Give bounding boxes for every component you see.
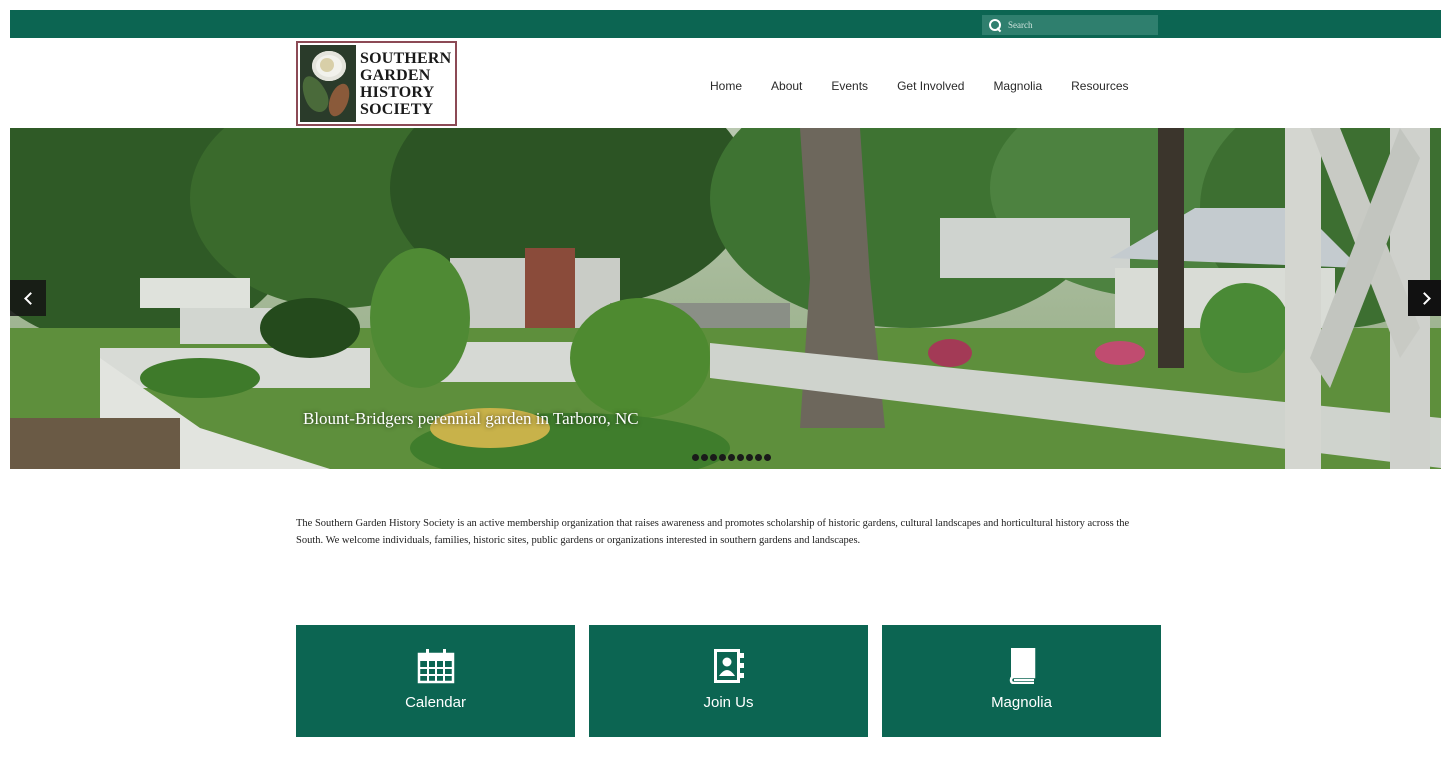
window-edge bbox=[0, 0, 10, 757]
search-input[interactable] bbox=[1008, 20, 1148, 30]
logo-line: GARDEN bbox=[360, 66, 431, 84]
search-box[interactable] bbox=[982, 15, 1158, 35]
main-nav: Home About Events Get Involved Magnolia … bbox=[710, 79, 1158, 93]
carousel-prev-button[interactable] bbox=[10, 280, 46, 316]
nav-item-get-involved[interactable]: Get Involved bbox=[897, 79, 964, 93]
top-bar bbox=[10, 10, 1441, 38]
chevron-right-icon bbox=[1417, 291, 1431, 305]
tile-calendar[interactable]: Calendar bbox=[296, 625, 575, 737]
carousel-dot[interactable] bbox=[719, 454, 726, 461]
carousel-dot[interactable] bbox=[746, 454, 753, 461]
search-icon[interactable] bbox=[988, 18, 1002, 32]
carousel-dot[interactable] bbox=[701, 454, 708, 461]
site-header: SOUTHERN GARDEN HISTORY SOCIETY Home Abo… bbox=[10, 38, 1441, 128]
carousel-dot[interactable] bbox=[764, 454, 771, 461]
logo-wordmark: SOUTHERN GARDEN HISTORY SOCIETY bbox=[360, 50, 451, 118]
browser-viewport: SOUTHERN GARDEN HISTORY SOCIETY Home Abo… bbox=[10, 10, 1441, 757]
carousel-dot[interactable] bbox=[755, 454, 762, 461]
magnolia-logo-art bbox=[300, 45, 356, 122]
book-icon bbox=[1002, 648, 1042, 684]
tile-join-us[interactable]: Join Us bbox=[589, 625, 868, 737]
hero-garden-photo bbox=[10, 128, 1441, 469]
nav-item-resources[interactable]: Resources bbox=[1071, 79, 1128, 93]
nav-item-magnolia[interactable]: Magnolia bbox=[993, 79, 1042, 93]
logo-line: SOCIETY bbox=[360, 100, 434, 118]
intro-paragraph: The Southern Garden History Society is a… bbox=[296, 518, 1130, 546]
carousel-dot[interactable] bbox=[710, 454, 717, 461]
logo-line: SOUTHERN bbox=[360, 49, 452, 67]
carousel-indicators bbox=[692, 454, 771, 461]
calendar-icon bbox=[416, 648, 456, 684]
feature-tiles: Calendar Join Us Magnolia bbox=[296, 625, 1161, 737]
carousel-dot[interactable] bbox=[728, 454, 735, 461]
hero-caption: Blount-Bridgers perennial garden in Tarb… bbox=[303, 409, 639, 428]
address-book-icon bbox=[709, 648, 749, 684]
nav-item-events[interactable]: Events bbox=[831, 79, 868, 93]
nav-item-home[interactable]: Home bbox=[710, 79, 742, 93]
tile-magnolia[interactable]: Magnolia bbox=[882, 625, 1161, 737]
carousel-dot[interactable] bbox=[737, 454, 744, 461]
carousel-dot[interactable] bbox=[692, 454, 699, 461]
logo-line: HISTORY bbox=[360, 83, 435, 101]
tile-label: Calendar bbox=[405, 694, 466, 711]
hero-carousel: Blount-Bridgers perennial garden in Tarb… bbox=[10, 128, 1441, 469]
site-logo[interactable]: SOUTHERN GARDEN HISTORY SOCIETY bbox=[296, 41, 457, 126]
tile-label: Join Us bbox=[703, 694, 754, 711]
nav-item-about[interactable]: About bbox=[771, 79, 802, 93]
tile-label: Magnolia bbox=[991, 694, 1052, 711]
chevron-left-icon bbox=[23, 291, 37, 305]
carousel-next-button[interactable] bbox=[1408, 280, 1441, 316]
